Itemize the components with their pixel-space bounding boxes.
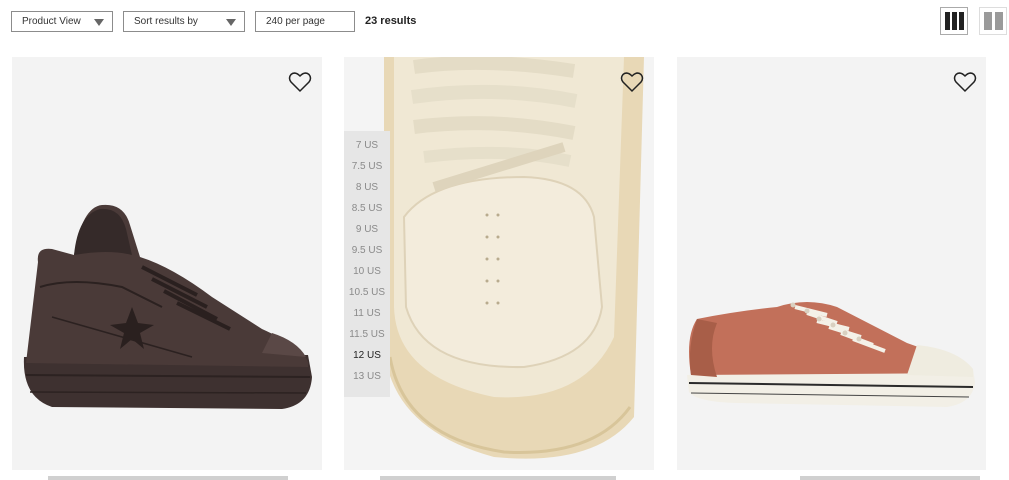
size-option[interactable]: 11.5 US xyxy=(344,324,390,345)
heart-icon[interactable] xyxy=(288,71,312,93)
size-option[interactable]: 9 US xyxy=(344,219,390,240)
grid-two-columns-button[interactable] xyxy=(979,7,1007,35)
product-card[interactable] xyxy=(677,57,986,470)
chevron-down-icon xyxy=(226,19,236,26)
size-option[interactable]: 9.5 US xyxy=(344,240,390,261)
results-count: 23 results xyxy=(365,15,417,27)
size-option[interactable]: 7.5 US xyxy=(344,156,390,177)
size-option-selected[interactable]: 12 US xyxy=(344,345,390,366)
per-page-select[interactable]: 240 per page xyxy=(255,11,355,32)
size-option[interactable]: 10.5 US xyxy=(344,282,390,303)
size-option[interactable]: 7 US xyxy=(344,135,390,156)
product-image-cream-sneaker xyxy=(344,57,654,470)
product-image-dark-sneaker xyxy=(12,57,322,470)
size-list: 7 US 7.5 US 8 US 8.5 US 9 US 9.5 US 10 U… xyxy=(344,131,390,397)
product-card[interactable] xyxy=(344,57,654,470)
sort-select[interactable]: Sort results by xyxy=(123,11,245,32)
size-option[interactable]: 8 US xyxy=(344,177,390,198)
product-title-cropped xyxy=(48,476,288,480)
size-option[interactable]: 13 US xyxy=(344,366,390,387)
product-card[interactable] xyxy=(12,57,322,470)
product-view-label: Product View xyxy=(22,16,81,27)
per-page-label: 240 per page xyxy=(266,16,325,27)
product-title-cropped xyxy=(380,476,616,480)
size-option[interactable]: 11 US xyxy=(344,303,390,324)
chevron-down-icon xyxy=(94,19,104,26)
heart-icon[interactable] xyxy=(953,71,977,93)
results-toolbar: Product View Sort results by 240 per pag… xyxy=(0,0,1009,44)
product-view-select[interactable]: Product View xyxy=(11,11,113,32)
heart-icon[interactable] xyxy=(620,71,644,93)
product-image-rust-sneaker xyxy=(677,57,986,470)
sort-label: Sort results by xyxy=(134,16,198,27)
size-option[interactable]: 10 US xyxy=(344,261,390,282)
size-option[interactable]: 8.5 US xyxy=(344,198,390,219)
product-title-cropped xyxy=(800,476,980,480)
grid-three-columns-button[interactable] xyxy=(940,7,968,35)
